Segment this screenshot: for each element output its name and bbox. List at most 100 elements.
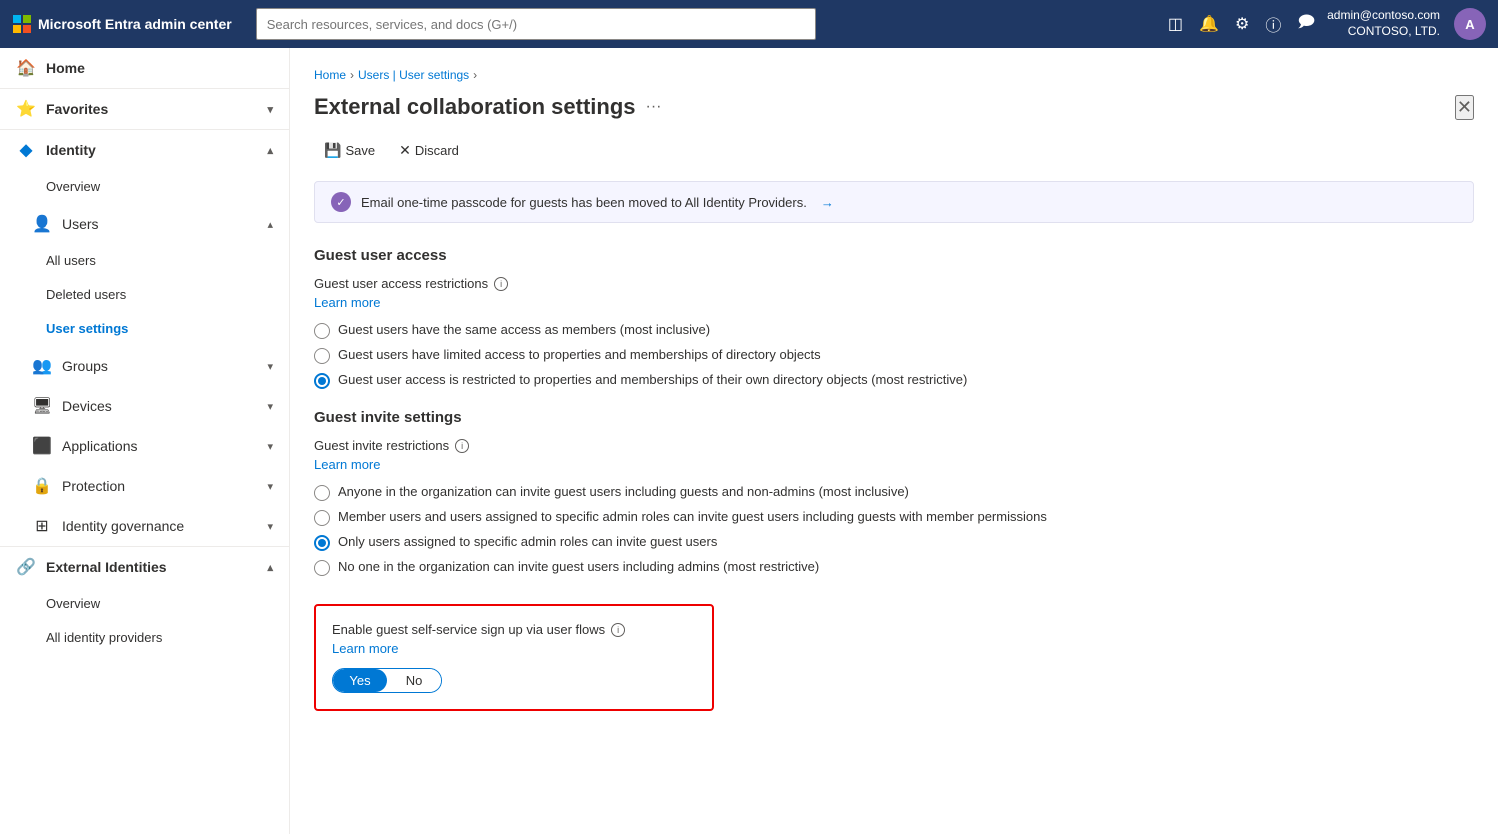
topbar-icons: ◫ 🔔 ⚙ ⓘ 🗩 admin@contoso.com CONTOSO, LTD… <box>1164 7 1486 42</box>
sidebar-item-applications[interactable]: ⬛ Applications ▾ <box>0 426 289 466</box>
invite-radio-0 <box>314 485 330 501</box>
governance-chevron-icon: ▾ <box>267 520 273 533</box>
page-title-row: External collaboration settings ··· ✕ <box>314 94 1474 120</box>
groups-chevron-icon: ▾ <box>267 360 273 373</box>
more-options-icon[interactable]: ··· <box>646 98 662 116</box>
applications-icon: ⬛ <box>32 436 52 456</box>
learn-more-2[interactable]: Learn more <box>314 457 380 472</box>
user-info: admin@contoso.com CONTOSO, LTD. <box>1327 8 1440 39</box>
invite-radio-2 <box>314 535 330 551</box>
guest-access-radio-group: Guest users have the same access as memb… <box>314 322 1474 389</box>
sidebar-item-favorites[interactable]: ⭐ Favorites ▾ <box>0 88 289 129</box>
guest-invite-option-1[interactable]: Member users and users assigned to speci… <box>314 509 1474 526</box>
breadcrumb-home[interactable]: Home <box>314 68 346 82</box>
invite-radio-3 <box>314 560 330 576</box>
self-service-label: Enable guest self-service sign up via us… <box>332 622 696 637</box>
sidebar-item-identity-governance[interactable]: ⊞ Identity governance ▾ <box>0 506 289 546</box>
home-icon: 🏠 <box>16 58 36 78</box>
page-title: External collaboration settings <box>314 94 636 120</box>
toggle-no[interactable]: No <box>387 669 441 692</box>
chevron-down-icon: ▾ <box>267 103 273 116</box>
portal-icon[interactable]: ◫ <box>1164 10 1187 38</box>
discard-button[interactable]: ✕ Discard <box>389 136 469 165</box>
breadcrumb-sep1: › <box>350 68 354 82</box>
sidebar-item-groups[interactable]: 👥 Groups ▾ <box>0 346 289 386</box>
guest-invite-section: Guest invite settings Guest invite restr… <box>314 409 1474 576</box>
guest-invite-option-0[interactable]: Anyone in the organization can invite gu… <box>314 484 1474 501</box>
guest-invite-option-3[interactable]: No one in the organization can invite gu… <box>314 559 1474 576</box>
help-icon[interactable]: ⓘ <box>1261 8 1285 40</box>
topbar: Microsoft Entra admin center ◫ 🔔 ⚙ ⓘ 🗩 a… <box>0 0 1498 48</box>
notifications-icon[interactable]: 🔔 <box>1195 10 1223 38</box>
self-service-section: Enable guest self-service sign up via us… <box>314 604 714 711</box>
search-box[interactable] <box>256 8 816 40</box>
guest-access-option-1[interactable]: Guest users have limited access to prope… <box>314 347 1474 364</box>
guest-invite-title: Guest invite settings <box>314 409 1474 426</box>
save-icon: 💾 <box>324 142 341 159</box>
sidebar-item-users[interactable]: 👤 Users ▴ <box>0 204 289 244</box>
sidebar-sub-overview[interactable]: Overview <box>0 170 289 204</box>
info-check-icon: ✓ <box>331 192 351 212</box>
devices-chevron-icon: ▾ <box>267 400 273 413</box>
avatar[interactable]: A <box>1454 8 1486 40</box>
breadcrumb-sep2: › <box>473 68 477 82</box>
sidebar-sub-user-settings[interactable]: User settings <box>0 312 289 346</box>
settings-icon[interactable]: ⚙ <box>1231 10 1253 38</box>
protection-chevron-icon: ▾ <box>267 480 273 493</box>
guest-invite-info-icon[interactable]: i <box>455 439 469 453</box>
favorites-icon: ⭐ <box>16 99 36 119</box>
breadcrumb-parent[interactable]: Users | User settings <box>358 68 469 82</box>
applications-chevron-icon: ▾ <box>267 440 273 453</box>
brand-icon <box>12 14 32 34</box>
search-input[interactable] <box>256 8 816 40</box>
yes-no-toggle[interactable]: Yes No <box>332 668 442 693</box>
users-chevron-up-icon: ▴ <box>267 218 273 231</box>
guest-access-option-0[interactable]: Guest users have the same access as memb… <box>314 322 1474 339</box>
guest-access-info-icon[interactable]: i <box>494 277 508 291</box>
self-service-info-icon[interactable]: i <box>611 623 625 637</box>
radio-circle-1 <box>314 348 330 364</box>
feedback-icon[interactable]: 🗩 <box>1293 7 1319 42</box>
guest-access-option-2[interactable]: Guest user access is restricted to prope… <box>314 372 1474 389</box>
guest-invite-restrictions-label: Guest invite restrictions i <box>314 438 1474 453</box>
guest-access-restrictions-label: Guest user access restrictions i <box>314 276 1474 291</box>
discard-icon: ✕ <box>399 142 411 159</box>
sidebar-item-protection[interactable]: 🔒 Protection ▾ <box>0 466 289 506</box>
sidebar-item-home[interactable]: 🏠 Home <box>0 48 289 88</box>
sidebar: 🏠 Home ⭐ Favorites ▾ ◆ Identity ▴ Overvi… <box>0 48 290 834</box>
save-button[interactable]: 💾 Save <box>314 136 385 165</box>
guest-access-title: Guest user access <box>314 247 1474 264</box>
info-banner: ✓ Email one-time passcode for guests has… <box>314 181 1474 223</box>
guest-invite-option-2[interactable]: Only users assigned to specific admin ro… <box>314 534 1474 551</box>
external-identities-icon: 🔗 <box>16 557 36 577</box>
breadcrumb: Home › Users | User settings › <box>314 68 1474 82</box>
sidebar-item-identity[interactable]: ◆ Identity ▴ <box>0 129 289 170</box>
users-icon: 👤 <box>32 214 52 234</box>
protection-icon: 🔒 <box>32 476 52 496</box>
sidebar-sub-deleted-users[interactable]: Deleted users <box>0 278 289 312</box>
sidebar-sub-all-users[interactable]: All users <box>0 244 289 278</box>
guest-access-section: Guest user access Guest user access rest… <box>314 247 1474 389</box>
external-chevron-up-icon: ▴ <box>267 561 273 574</box>
info-banner-link[interactable]: → <box>821 195 834 210</box>
learn-more-3[interactable]: Learn more <box>332 641 398 656</box>
devices-icon: 🖥 <box>32 396 52 416</box>
radio-circle-2 <box>314 373 330 389</box>
identity-icon: ◆ <box>16 140 36 160</box>
groups-icon: 👥 <box>32 356 52 376</box>
chevron-up-icon: ▴ <box>267 144 273 157</box>
brand: Microsoft Entra admin center <box>12 14 232 34</box>
close-button[interactable]: ✕ <box>1455 95 1474 120</box>
governance-icon: ⊞ <box>32 516 52 536</box>
learn-more-1[interactable]: Learn more <box>314 295 380 310</box>
toggle-yes[interactable]: Yes <box>333 669 387 692</box>
toolbar: 💾 Save ✕ Discard <box>314 136 1474 165</box>
radio-circle-0 <box>314 323 330 339</box>
guest-invite-radio-group: Anyone in the organization can invite gu… <box>314 484 1474 576</box>
invite-radio-1 <box>314 510 330 526</box>
sidebar-sub-ext-overview[interactable]: Overview <box>0 587 289 621</box>
main-panel: Home › Users | User settings › External … <box>290 48 1498 834</box>
sidebar-sub-all-identity-providers[interactable]: All identity providers <box>0 621 289 655</box>
sidebar-item-devices[interactable]: 🖥 Devices ▾ <box>0 386 289 426</box>
sidebar-item-external-identities[interactable]: 🔗 External Identities ▴ <box>0 546 289 587</box>
